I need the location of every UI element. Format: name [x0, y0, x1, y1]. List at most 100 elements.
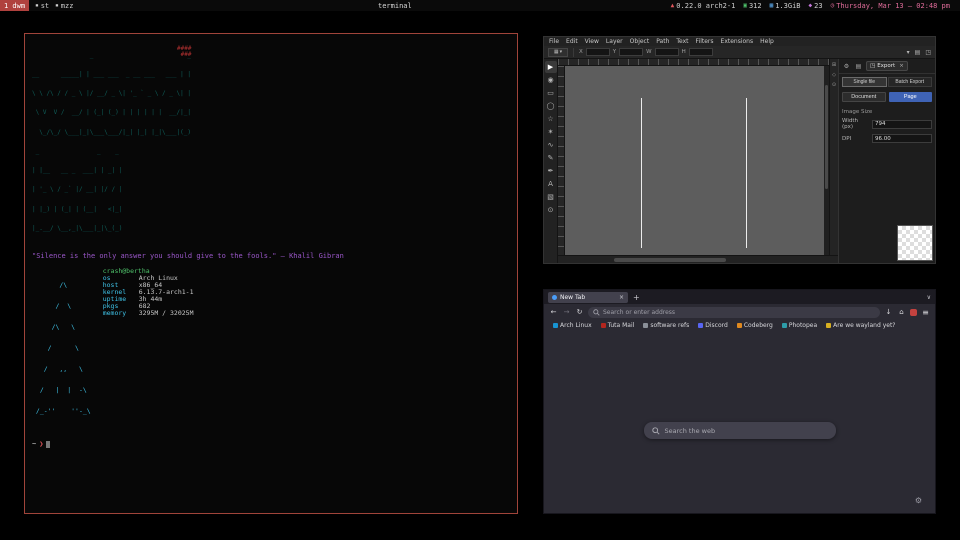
ublock-extension-icon[interactable]: [910, 309, 917, 316]
x-label: X: [579, 49, 583, 55]
close-icon[interactable]: ×: [899, 63, 904, 69]
menu-text[interactable]: Text: [676, 38, 688, 45]
x-field[interactable]: [586, 48, 610, 56]
menu-help[interactable]: Help: [760, 38, 774, 45]
home-icon[interactable]: ⌂: [897, 308, 906, 316]
firefox-window[interactable]: New Tab × + ∨ ← → ↻ Search or enter addr…: [543, 289, 936, 514]
width-field[interactable]: 794: [872, 120, 932, 129]
h-field[interactable]: [689, 48, 713, 56]
status-version-label: 0.22.0 arch2-1: [676, 2, 735, 10]
single-file-tab[interactable]: Single file: [842, 77, 887, 87]
search-placeholder: Search the web: [665, 427, 716, 435]
status-packages-segment: ▣ 312: [743, 2, 761, 10]
tab-bar: New Tab × + ∨: [544, 290, 935, 304]
statusbar-left: 1 dwm ▪ st ▪ mzz: [0, 0, 73, 11]
bookmark-codeberg[interactable]: Codeberg: [737, 322, 773, 329]
tool-shape-builder[interactable]: ✶: [545, 126, 557, 138]
selection-mode-dropdown[interactable]: ▦ ▾: [548, 48, 568, 57]
tool-pencil[interactable]: ∿: [545, 139, 557, 151]
new-tab-button[interactable]: +: [633, 293, 640, 302]
bookmark-favicon: [782, 323, 787, 328]
tool-controls-bar: ▦ ▾ X Y W H ▾ ▤ ◳: [544, 46, 935, 59]
status-clock-segment: ◷ Thursday, Mar 13 — 02:48 pm: [831, 2, 950, 10]
bookmark-discord[interactable]: Discord: [698, 322, 728, 329]
y-field[interactable]: [619, 48, 643, 56]
snap-icon[interactable]: ◇: [832, 72, 836, 78]
tool-calligraphy[interactable]: ✒: [545, 165, 557, 177]
bookmark-label: Discord: [705, 322, 728, 329]
back-icon[interactable]: ←: [549, 308, 558, 316]
bookmark-favicon: [826, 323, 831, 328]
ascii-banner: _ _ __ _____| | ___ ___ _ __ ___ ___ | |…: [32, 40, 517, 245]
bookmark-arch-linux[interactable]: Arch Linux: [553, 322, 592, 329]
tool-selector[interactable]: ▶: [545, 61, 557, 73]
export-corner-icon[interactable]: ◳: [925, 49, 931, 56]
layers-icon[interactable]: ▤: [854, 63, 863, 70]
terminal-window[interactable]: _ _ __ _____| | ___ ___ _ __ ___ ___ | |…: [24, 33, 518, 514]
tab-new-tab[interactable]: New Tab ×: [548, 292, 628, 303]
tool-text[interactable]: A: [545, 178, 557, 190]
tool-pen[interactable]: ✎: [545, 152, 557, 164]
panel-icon[interactable]: ▤: [915, 49, 921, 56]
ascii-banner-accent: #### ###: [177, 46, 191, 59]
inkscape-window[interactable]: File Edit View Layer Object Path Text Fi…: [543, 36, 936, 264]
bookmark-tuta-mail[interactable]: Tuta Mail: [601, 322, 635, 329]
tool-rectangle[interactable]: ▭: [545, 87, 557, 99]
ruler-vertical: [558, 66, 565, 255]
tool-gradient[interactable]: ▧: [545, 191, 557, 203]
personalize-gear-icon[interactable]: ⚙: [915, 496, 922, 505]
export-tab[interactable]: ◳ Export ×: [866, 61, 908, 71]
list-all-tabs-icon[interactable]: ∨: [927, 294, 931, 301]
tool-star[interactable]: ☆: [545, 113, 557, 125]
export-preview: [897, 225, 933, 261]
status-volume-segment: ◆ 23: [809, 2, 823, 10]
statusbar-item-mzz[interactable]: ▪ mzz: [55, 2, 73, 10]
shell-prompt[interactable]: ~❯: [32, 440, 517, 448]
page-button[interactable]: Page: [889, 92, 933, 102]
document-button[interactable]: Document: [842, 92, 886, 102]
menu-edit[interactable]: Edit: [566, 38, 578, 45]
workspace-tag[interactable]: 1 dwm: [0, 0, 29, 11]
address-bar[interactable]: Search or enter address: [588, 307, 880, 318]
tool-ellipse[interactable]: ◯: [545, 100, 557, 112]
bookmark-label: Codeberg: [744, 322, 773, 329]
menu-path[interactable]: Path: [656, 38, 669, 45]
desktop: 1 dwm ▪ st ▪ mzz terminal ▲ 0.22.0 arch2…: [0, 0, 960, 540]
forward-icon[interactable]: →: [562, 308, 571, 316]
tool-dropper[interactable]: ⊙: [545, 204, 557, 216]
bookmark-photopea[interactable]: Photopea: [782, 322, 817, 329]
bookmark-favicon: [553, 323, 558, 328]
tab-close-icon[interactable]: ×: [619, 294, 624, 301]
bookmark-favicon: [737, 323, 742, 328]
arch-icon: ▲: [671, 2, 675, 9]
tool-node-editor[interactable]: ◉: [545, 74, 557, 86]
menu-object[interactable]: Object: [630, 38, 650, 45]
bookmark-label: Tuta Mail: [608, 322, 635, 329]
w-field[interactable]: [655, 48, 679, 56]
terminal-quote: "Silence is the only answer you should g…: [32, 252, 517, 260]
menu-file[interactable]: File: [549, 38, 559, 45]
status-memory-label: 1.3GiB: [775, 2, 800, 10]
canvas[interactable]: [565, 66, 824, 255]
export-panel: ⚙ ▤ ◳ Export × Single file Batch Export …: [838, 59, 935, 263]
reload-icon[interactable]: ↻: [575, 308, 584, 316]
menu-extensions[interactable]: Extensions: [721, 38, 754, 45]
menu-view[interactable]: View: [585, 38, 599, 45]
dpi-field[interactable]: 96.00: [872, 134, 932, 143]
menu-icon[interactable]: ≡: [921, 308, 930, 317]
y-label: Y: [613, 49, 616, 55]
snap-icon[interactable]: ⊞: [832, 62, 836, 68]
menu-filters[interactable]: Filters: [696, 38, 714, 45]
gear-icon[interactable]: ⚙: [842, 63, 851, 70]
batch-export-tab[interactable]: Batch Export: [888, 77, 933, 87]
statusbar-item-st[interactable]: ▪ st: [35, 2, 49, 10]
newtab-search-box[interactable]: Search the web: [644, 422, 836, 439]
menu-layer[interactable]: Layer: [606, 38, 623, 45]
snap-icon[interactable]: ⊙: [832, 82, 836, 88]
chevron-down-icon[interactable]: ▾: [907, 49, 910, 56]
canvas-horizontal-scrollbar[interactable]: [558, 255, 838, 263]
downloads-icon[interactable]: ↓: [884, 308, 893, 316]
fetch-info: crash@bertha osArch Linux hostx86_64 ker…: [103, 268, 194, 429]
bookmark-are-we-wayland-yet[interactable]: Are we wayland yet?: [826, 322, 895, 329]
bookmark-software-refs[interactable]: software refs: [643, 322, 689, 329]
